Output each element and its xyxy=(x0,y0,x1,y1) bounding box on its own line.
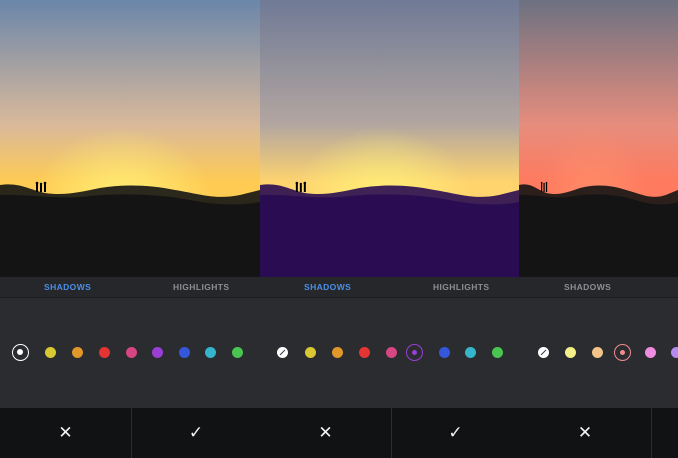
color-swatch[interactable] xyxy=(72,347,83,358)
tab-shadows[interactable]: SHADOWS xyxy=(304,282,351,292)
cancel-button[interactable]: ✕ xyxy=(519,408,651,458)
editor-panel-2: SHADOWS HIGHLIGHTS ✕ ✓ xyxy=(260,0,519,458)
photo-preview xyxy=(519,0,678,277)
tab-shadows[interactable]: SHADOWS xyxy=(564,282,611,292)
tab-highlights[interactable]: HIGHLIGHTS xyxy=(433,282,489,292)
color-swatch[interactable] xyxy=(439,347,450,358)
editor-panel-3: SHADOWS ✕ xyxy=(519,0,678,458)
color-swatch-row xyxy=(260,298,519,408)
color-swatch[interactable] xyxy=(359,347,370,358)
photo-preview xyxy=(260,0,519,277)
cancel-button[interactable]: ✕ xyxy=(0,408,131,458)
editor-panel-1: SHADOWS HIGHLIGHTS ✕ ✓ xyxy=(0,0,260,458)
check-icon: ✓ xyxy=(188,423,204,442)
color-swatch[interactable] xyxy=(99,347,110,358)
color-swatch[interactable] xyxy=(205,347,216,358)
sunset-photo xyxy=(0,0,260,277)
color-swatch-none[interactable] xyxy=(538,347,549,358)
color-swatch[interactable] xyxy=(126,347,137,358)
color-swatch-selected[interactable] xyxy=(614,344,631,361)
divider xyxy=(391,408,392,458)
sunset-photo xyxy=(519,0,678,277)
close-icon: ✕ xyxy=(577,423,593,442)
tone-tabs: SHADOWS xyxy=(519,277,678,298)
color-swatch-selected[interactable] xyxy=(406,344,423,361)
color-swatch[interactable] xyxy=(232,347,243,358)
tab-highlights[interactable]: HIGHLIGHTS xyxy=(173,282,229,292)
check-icon: ✓ xyxy=(448,423,463,442)
color-swatch[interactable] xyxy=(592,347,603,358)
color-swatch[interactable] xyxy=(465,347,476,358)
cancel-button[interactable]: ✕ xyxy=(260,408,391,458)
color-swatch[interactable] xyxy=(152,347,163,358)
photo-preview xyxy=(0,0,260,277)
action-bar: ✕ ✓ xyxy=(260,408,519,458)
confirm-button[interactable]: ✓ xyxy=(392,408,519,458)
action-bar: ✕ ✓ xyxy=(0,408,260,458)
divider xyxy=(131,408,132,458)
sunset-photo xyxy=(260,0,519,277)
color-swatch-row xyxy=(519,298,678,408)
close-icon: ✕ xyxy=(58,423,73,442)
tone-tabs: SHADOWS HIGHLIGHTS xyxy=(0,277,260,298)
color-swatch[interactable] xyxy=(179,347,190,358)
close-icon: ✕ xyxy=(318,423,333,442)
color-swatch[interactable] xyxy=(305,347,316,358)
action-bar: ✕ xyxy=(519,408,678,458)
color-swatch[interactable] xyxy=(45,347,56,358)
confirm-button[interactable]: ✓ xyxy=(132,408,260,458)
tab-shadows[interactable]: SHADOWS xyxy=(44,282,91,292)
tone-tabs: SHADOWS HIGHLIGHTS xyxy=(260,277,519,298)
color-swatch[interactable] xyxy=(671,347,678,358)
color-swatch-row xyxy=(0,298,260,408)
divider xyxy=(651,408,652,458)
color-swatch[interactable] xyxy=(645,347,656,358)
color-swatch-none[interactable] xyxy=(277,347,288,358)
color-swatch[interactable] xyxy=(332,347,343,358)
color-swatch[interactable] xyxy=(565,347,576,358)
filter-editor-comparison: SHADOWS HIGHLIGHTS ✕ ✓ SHADOWS HIGHLIGHTS ✕ ✓ xyxy=(0,0,678,458)
color-swatch[interactable] xyxy=(492,347,503,358)
color-swatch[interactable] xyxy=(386,347,397,358)
color-swatch-selected[interactable] xyxy=(12,344,29,361)
